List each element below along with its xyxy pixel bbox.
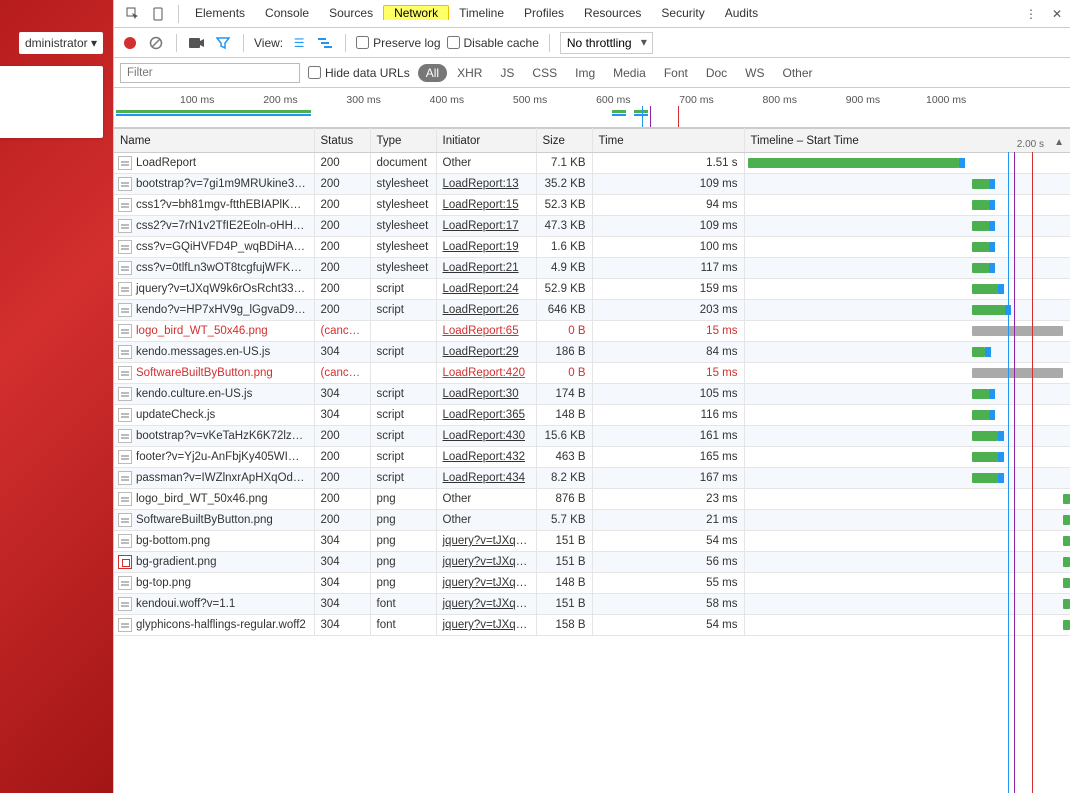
tab-sources[interactable]: Sources xyxy=(319,6,383,20)
tab-resources[interactable]: Resources xyxy=(574,6,651,20)
overview-tick: 300 ms xyxy=(346,94,380,106)
sidebar-panel xyxy=(0,66,103,138)
column-header[interactable]: Initiator xyxy=(436,129,536,153)
view-label: View: xyxy=(254,36,283,50)
device-icon[interactable] xyxy=(150,5,168,23)
request-row[interactable]: logo_bird_WT_50x46.png200pngOther876 B23… xyxy=(114,489,1070,510)
devtools-panel: ElementsConsoleSourcesNetworkTimelinePro… xyxy=(113,0,1070,793)
tab-network[interactable]: Network xyxy=(383,5,449,20)
filter-type-js[interactable]: JS xyxy=(492,64,522,82)
request-row[interactable]: kendo.messages.en-US.js304scriptLoadRepo… xyxy=(114,342,1070,363)
record-button[interactable] xyxy=(120,33,140,53)
user-menu[interactable]: dministrator ▾ xyxy=(19,32,103,54)
request-row[interactable]: bg-bottom.png304pngjquery?v=tJXqW9...151… xyxy=(114,531,1070,552)
column-header[interactable]: Time xyxy=(592,129,744,153)
request-row[interactable]: css?v=GQiHVFD4P_wqBDiHAO74...200styleshe… xyxy=(114,237,1070,258)
request-row[interactable]: passman?v=IWZlnxrApHXqOd-qa...200scriptL… xyxy=(114,468,1070,489)
filter-type-other[interactable]: Other xyxy=(775,64,821,82)
filter-type-font[interactable]: Font xyxy=(656,64,696,82)
request-row[interactable]: bg-top.png304pngjquery?v=tJXqW9...148 B5… xyxy=(114,573,1070,594)
tab-elements[interactable]: Elements xyxy=(185,6,255,20)
filter-type-ws[interactable]: WS xyxy=(737,64,772,82)
overview-tick: 400 ms xyxy=(430,94,464,106)
tab-timeline[interactable]: Timeline xyxy=(449,6,514,20)
overview-tick: 800 ms xyxy=(763,94,797,106)
request-row[interactable]: kendo.culture.en-US.js304scriptLoadRepor… xyxy=(114,384,1070,405)
request-row[interactable]: footer?v=Yj2u-AnFbjKy405WINk8...200scrip… xyxy=(114,447,1070,468)
disable-cache-checkbox[interactable]: Disable cache xyxy=(447,36,539,50)
request-row[interactable]: kendo?v=HP7xHV9g_lGgvaD9RXf...200scriptL… xyxy=(114,300,1070,321)
filter-icon[interactable] xyxy=(213,33,233,53)
filter-type-img[interactable]: Img xyxy=(567,64,603,82)
view-large-icon[interactable]: ☰ xyxy=(289,33,309,53)
request-row[interactable]: jquery?v=tJXqW9k6rOsRcht33y9C...200scrip… xyxy=(114,279,1070,300)
overview-tick: 200 ms xyxy=(263,94,297,106)
overview-tick: 100 ms xyxy=(180,94,214,106)
overview-tick: 1000 ms xyxy=(926,94,966,106)
camera-icon[interactable] xyxy=(187,33,207,53)
column-header[interactable]: Type xyxy=(370,129,436,153)
request-row[interactable]: bootstrap?v=7gi1m9MRUkine3WJ...200styles… xyxy=(114,174,1070,195)
request-row[interactable]: SoftwareBuiltByButton.png(canceled)LoadR… xyxy=(114,363,1070,384)
network-toolbar: View: ☰ Preserve log Disable cache No th… xyxy=(114,28,1070,58)
request-row[interactable]: bootstrap?v=vKeTaHzK6K72lzNxll...200scri… xyxy=(114,426,1070,447)
request-row[interactable]: css1?v=bh81mgv-ftthEBIAPlK7UC...200style… xyxy=(114,195,1070,216)
request-row[interactable]: bg-gradient.png304pngjquery?v=tJXqW9...1… xyxy=(114,552,1070,573)
more-icon[interactable]: ⋮ xyxy=(1022,5,1040,23)
request-row[interactable]: SoftwareBuiltByButton.png200pngOther5.7 … xyxy=(114,510,1070,531)
filter-type-css[interactable]: CSS xyxy=(524,64,565,82)
hide-data-urls-checkbox[interactable]: Hide data URLs xyxy=(308,66,410,80)
request-row[interactable]: kendoui.woff?v=1.1304fontjquery?v=tJXqW9… xyxy=(114,594,1070,615)
column-header[interactable]: Size xyxy=(536,129,592,153)
devtools-tabs: ElementsConsoleSourcesNetworkTimelinePro… xyxy=(114,0,1070,28)
close-icon[interactable]: ✕ xyxy=(1048,5,1066,23)
column-header[interactable]: Timeline – Start Time2.00 s▲ xyxy=(744,129,1070,153)
overview-tick: 900 ms xyxy=(846,94,880,106)
tab-security[interactable]: Security xyxy=(651,6,714,20)
column-header[interactable]: Status xyxy=(314,129,370,153)
overview-tick: 500 ms xyxy=(513,94,547,106)
overview-tick: 600 ms xyxy=(596,94,630,106)
filter-input[interactable] xyxy=(120,63,300,83)
inspect-icon[interactable] xyxy=(124,5,142,23)
view-waterfall-icon[interactable] xyxy=(315,33,335,53)
filter-bar: Hide data URLs AllXHRJSCSSImgMediaFontDo… xyxy=(114,58,1070,88)
filter-type-xhr[interactable]: XHR xyxy=(449,64,490,82)
preserve-log-checkbox[interactable]: Preserve log xyxy=(356,36,440,50)
request-row[interactable]: css2?v=7rN1v2TfIE2Eoln-oHH4cbr...200styl… xyxy=(114,216,1070,237)
filter-type-media[interactable]: Media xyxy=(605,64,654,82)
clear-button[interactable] xyxy=(146,33,166,53)
request-row[interactable]: updateCheck.js304scriptLoadReport:365148… xyxy=(114,405,1070,426)
tab-audits[interactable]: Audits xyxy=(715,6,768,20)
request-row[interactable]: css?v=0tlfLn3wOT8tcgfujWFKOJB...200style… xyxy=(114,258,1070,279)
overview-tick: 700 ms xyxy=(679,94,713,106)
throttling-select[interactable]: No throttling xyxy=(560,32,653,54)
tab-profiles[interactable]: Profiles xyxy=(514,6,574,20)
request-row[interactable]: logo_bird_WT_50x46.png(canceled)LoadRepo… xyxy=(114,321,1070,342)
filter-type-all[interactable]: All xyxy=(418,64,447,82)
requests-table[interactable]: NameStatusTypeInitiatorSizeTimeTimeline … xyxy=(114,128,1070,793)
tab-console[interactable]: Console xyxy=(255,6,319,20)
request-row[interactable]: LoadReport200documentOther7.1 KB1.51 s xyxy=(114,153,1070,174)
timeline-overview[interactable]: 100 ms 200 ms 300 ms 400 ms 500 ms 600 ms 700 … xyxy=(114,88,1070,128)
column-header[interactable]: Name xyxy=(114,129,314,153)
filter-type-doc[interactable]: Doc xyxy=(698,64,735,82)
request-row[interactable]: glyphicons-halflings-regular.woff2304fon… xyxy=(114,615,1070,636)
app-sidebar: dministrator ▾ xyxy=(0,0,113,793)
